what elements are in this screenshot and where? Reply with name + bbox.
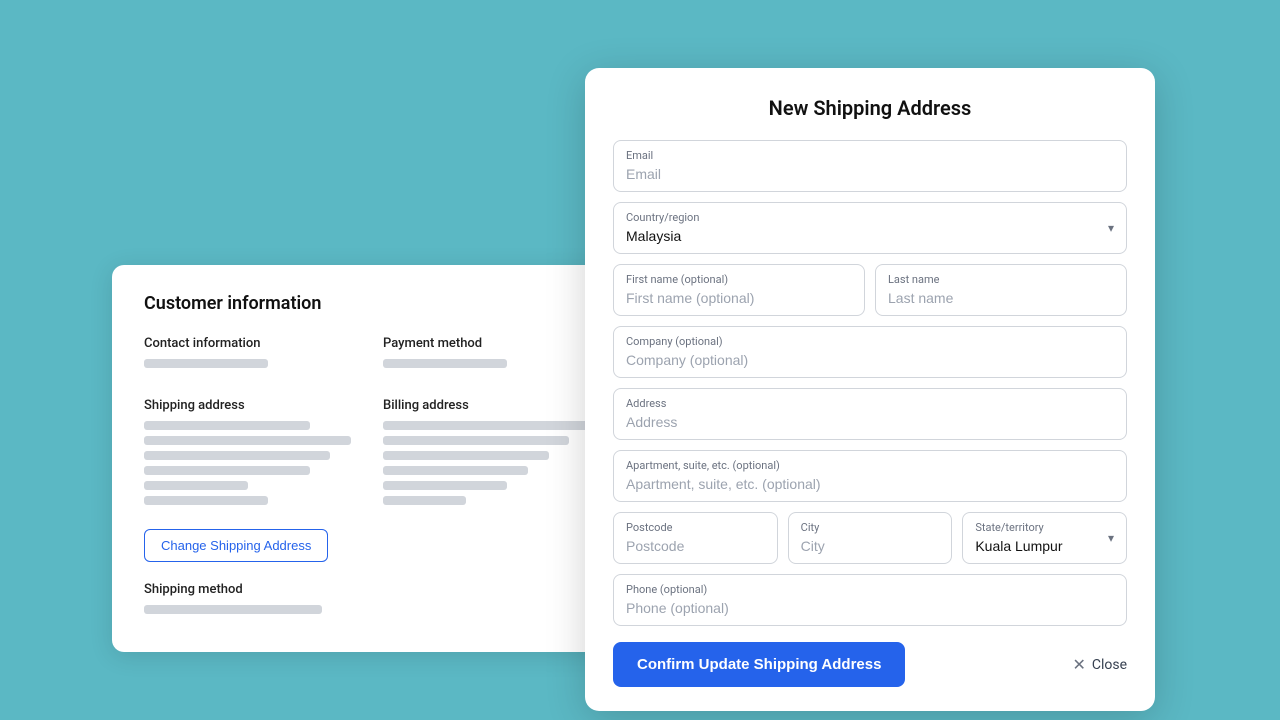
shipping-address-title: Shipping address bbox=[144, 398, 351, 413]
first-name-label: First name (optional) bbox=[626, 273, 852, 286]
first-name-field-wrapper: First name (optional) bbox=[613, 264, 865, 316]
skeleton-bar bbox=[383, 496, 466, 505]
last-name-label: Last name bbox=[888, 273, 1114, 286]
skeleton-bar bbox=[144, 359, 268, 368]
last-name-input[interactable] bbox=[888, 290, 1114, 306]
modal-footer: Confirm Update Shipping Address ✕ Close bbox=[613, 642, 1127, 687]
billing-address-section: Billing address bbox=[383, 398, 590, 562]
email-input[interactable] bbox=[626, 166, 1114, 182]
change-shipping-address-button[interactable]: Change Shipping Address bbox=[144, 529, 328, 562]
customer-card-title: Customer information bbox=[144, 293, 590, 314]
email-label: Email bbox=[626, 149, 1114, 162]
skeleton-bar bbox=[383, 359, 507, 368]
skeleton-bar bbox=[144, 496, 268, 505]
skeleton-bar bbox=[144, 451, 330, 460]
phone-input[interactable] bbox=[626, 600, 1114, 616]
new-shipping-address-modal: New Shipping Address Email Country/regio… bbox=[585, 68, 1155, 711]
country-label: Country/region bbox=[626, 211, 1114, 224]
skeleton-bar bbox=[383, 451, 549, 460]
shipping-address-section: Shipping address Change Shipping Address bbox=[144, 398, 351, 562]
skeleton-bar bbox=[144, 421, 310, 430]
postcode-field-wrapper: Postcode bbox=[613, 512, 778, 564]
city-field-wrapper: City bbox=[788, 512, 953, 564]
country-select[interactable]: Malaysia bbox=[626, 228, 1114, 244]
company-field-wrapper: Company (optional) bbox=[613, 326, 1127, 378]
email-row: Email bbox=[613, 140, 1127, 192]
customer-card: Customer information Contact information… bbox=[112, 265, 622, 652]
company-input[interactable] bbox=[626, 352, 1114, 368]
phone-field-wrapper: Phone (optional) bbox=[613, 574, 1127, 626]
state-field-wrapper: State/territory Kuala Lumpur ▾ bbox=[962, 512, 1127, 564]
company-row: Company (optional) bbox=[613, 326, 1127, 378]
address-field-wrapper: Address bbox=[613, 388, 1127, 440]
company-label: Company (optional) bbox=[626, 335, 1114, 348]
payment-section: Payment method bbox=[383, 336, 590, 374]
address-input[interactable] bbox=[626, 414, 1114, 430]
last-name-field-wrapper: Last name bbox=[875, 264, 1127, 316]
shipping-method-section: Shipping method bbox=[144, 582, 590, 614]
skeleton-bar bbox=[144, 605, 322, 614]
address-label: Address bbox=[626, 397, 1114, 410]
modal-title: New Shipping Address bbox=[613, 96, 1127, 120]
close-button[interactable]: ✕ Close bbox=[1072, 655, 1127, 674]
phone-label: Phone (optional) bbox=[626, 583, 1114, 596]
payment-title: Payment method bbox=[383, 336, 590, 351]
apartment-row: Apartment, suite, etc. (optional) bbox=[613, 450, 1127, 502]
skeleton-bar bbox=[383, 466, 528, 475]
skeleton-bar bbox=[383, 436, 569, 445]
country-field-wrapper: Country/region Malaysia ▾ bbox=[613, 202, 1127, 254]
skeleton-bar bbox=[144, 481, 248, 490]
contact-title: Contact information bbox=[144, 336, 351, 351]
confirm-update-button[interactable]: Confirm Update Shipping Address bbox=[613, 642, 905, 687]
apartment-label: Apartment, suite, etc. (optional) bbox=[626, 459, 1114, 472]
name-row: First name (optional) Last name bbox=[613, 264, 1127, 316]
apartment-field-wrapper: Apartment, suite, etc. (optional) bbox=[613, 450, 1127, 502]
skeleton-bar bbox=[383, 481, 507, 490]
apartment-input[interactable] bbox=[626, 476, 1114, 492]
contact-section: Contact information bbox=[144, 336, 351, 374]
shipping-method-title: Shipping method bbox=[144, 582, 590, 597]
first-name-input[interactable] bbox=[626, 290, 852, 306]
address-row: Address bbox=[613, 388, 1127, 440]
close-x-icon: ✕ bbox=[1072, 655, 1085, 674]
country-row: Country/region Malaysia ▾ bbox=[613, 202, 1127, 254]
state-label: State/territory bbox=[975, 521, 1114, 534]
skeleton-bar bbox=[383, 421, 590, 430]
location-row: Postcode City State/territory Kuala Lump… bbox=[613, 512, 1127, 564]
city-input[interactable] bbox=[801, 538, 940, 554]
city-label: City bbox=[801, 521, 940, 534]
email-field-wrapper: Email bbox=[613, 140, 1127, 192]
phone-row: Phone (optional) bbox=[613, 574, 1127, 626]
postcode-input[interactable] bbox=[626, 538, 765, 554]
billing-address-title: Billing address bbox=[383, 398, 590, 413]
skeleton-bar bbox=[144, 466, 310, 475]
close-label: Close bbox=[1092, 657, 1127, 673]
skeleton-bar bbox=[144, 436, 351, 445]
postcode-label: Postcode bbox=[626, 521, 765, 534]
state-select[interactable]: Kuala Lumpur bbox=[975, 538, 1114, 554]
